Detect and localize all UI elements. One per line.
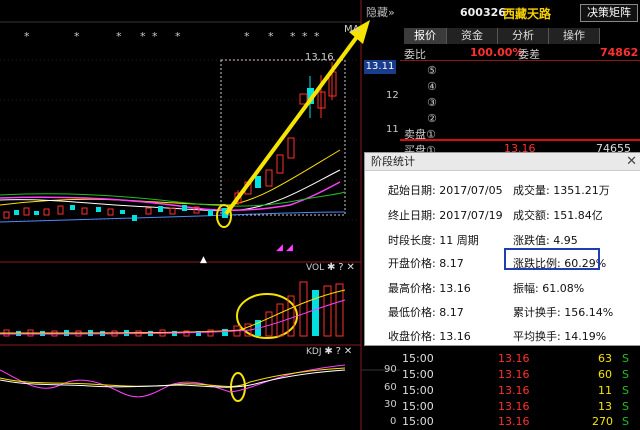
trade-time: 15:00 [402,352,434,365]
gear-icon: ✱ [326,262,336,273]
period-length: 时段长度: 11 周期 [388,234,479,247]
svg-text:◢: ◢ [286,243,293,253]
change-percent-highlight [504,248,600,270]
trade-flag: S [622,352,629,365]
stock-code: 600326 [460,6,506,19]
trade-volume: 11 [598,384,612,397]
svg-text:▲: ▲ [200,255,207,265]
trade-volume: 63 [598,352,612,365]
close-icon[interactable]: ✕ [626,153,637,171]
dialog-title[interactable]: 阶段统计 [365,153,640,171]
current-price-tag: 13.11 [364,60,396,74]
kdj-j-line [0,364,346,398]
trade-price: 13.16 [498,415,530,428]
sell-order-4: ④ [427,80,437,93]
amplitude: 振幅: 61.08% [513,282,585,295]
high-price: 最高价格: 13.16 [388,282,471,295]
trade-volume: 13 [598,400,612,413]
trade-price: 13.16 [498,400,530,413]
sell-order-3: ③ [427,96,437,109]
svg-text:*: * [116,30,122,43]
kdj-tick-90: 90 [384,364,397,375]
help-icon: ? [335,346,341,357]
end-date: 终止日期: 2017/07/19 [388,209,503,222]
svg-text:*: * [140,30,146,43]
svg-text:*: * [152,30,158,43]
decision-matrix-button[interactable]: 决策矩阵 [580,4,638,22]
kdj-tick-60: 60 [384,382,397,393]
trade-price: 13.16 [498,352,530,365]
trade-price: 13.16 [498,368,530,381]
average-turnover: 平均换手: 14.19% [513,330,607,343]
ma-indicator-label[interactable]: MA [344,24,359,35]
vol-indicator-label[interactable]: VOL ✱ ? ✕ [306,262,355,273]
turnover-stat: 成交额: 151.84亿 [513,209,603,222]
trade-time: 15:00 [402,368,434,381]
gear-icon: ✱ [324,346,333,357]
svg-text:*: * [302,30,308,43]
trade-volume: 270 [592,415,613,428]
svg-text:*: * [314,30,320,43]
kdj-indicator-label[interactable]: KDJ ✱ ? ✕ [306,346,352,357]
cumulative-turnover: 累计换手: 156.14% [513,306,614,319]
close-icon: ✕ [346,262,355,273]
stock-name: 西藏天路 [503,7,552,21]
high-price-annotation: 13.16 [305,52,334,63]
weicha-value: 74862 [600,46,639,59]
trade-flag: S [622,400,629,413]
help-icon: ? [338,262,344,273]
sell-order-5: ⑤ [427,64,437,77]
close-icon: ✕ [343,346,353,357]
event-markers: * * * * * * * * * * * [24,30,320,43]
kdj-tick-0: 0 [390,416,397,427]
change-value: 涨跌值: 4.95 [513,234,578,247]
svg-text:*: * [175,30,181,43]
trade-time: 15:00 [402,400,434,413]
tab-analysis[interactable]: 分析 [498,28,549,44]
trade-time: 15:00 [402,415,434,428]
open-price: 开盘价格: 8.17 [388,257,464,270]
trend-arrow [224,28,364,216]
start-date: 起始日期: 2017/07/05 [388,184,503,197]
tab-funds[interactable]: 资金 [447,28,498,44]
svg-text:*: * [244,30,250,43]
trade-price: 13.16 [498,384,530,397]
svg-text:◢: ◢ [276,243,283,253]
svg-text:*: * [268,30,274,43]
kline-chart-area[interactable]: * * * * * * * * * * * ▲ ◢ ◢ [0,0,400,430]
svg-text:*: * [74,30,80,43]
svg-text:*: * [290,30,296,43]
weibi-value: 100.00% [470,46,524,59]
price-tick-12: 12 [386,90,399,101]
svg-text:*: * [24,30,30,43]
sell-order-2: ② [427,112,437,125]
close-price: 收盘价格: 13.16 [388,330,471,343]
hide-panel-button[interactable]: 隐藏» [366,4,395,20]
kline-chart-svg[interactable]: * * * * * * * * * * * ▲ ◢ ◢ [0,0,400,430]
volume-stat: 成交量: 1351.21万 [513,184,610,197]
trade-time: 15:00 [402,384,434,397]
low-price: 最低价格: 8.17 [388,306,464,319]
price-tick-11: 11 [386,124,399,135]
kdj-tick-30: 30 [384,399,397,410]
trade-flag: S [622,384,629,397]
trade-volume: 60 [598,368,612,381]
trade-flag: S [622,415,629,428]
tab-operation[interactable]: 操作 [549,28,600,44]
trade-flag: S [622,368,629,381]
tab-quote[interactable]: 报价 [404,28,447,44]
